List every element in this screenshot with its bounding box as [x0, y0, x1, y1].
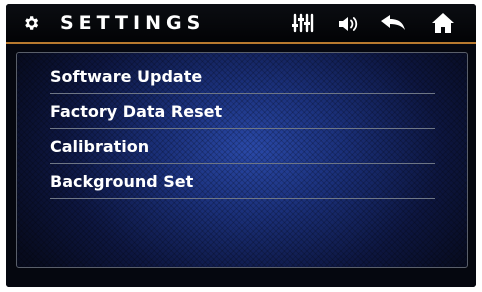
settings-menu-panel: Software Update Factory Data Reset Calib… — [16, 52, 468, 268]
volume-icon[interactable] — [336, 14, 360, 34]
equalizer-icon[interactable] — [290, 13, 316, 33]
menu-item-background-set[interactable]: Background Set — [35, 166, 435, 199]
menu-item-factory-data-reset[interactable]: Factory Data Reset — [35, 96, 435, 129]
top-bar: SETTINGS — [6, 4, 476, 42]
menu-item-software-update[interactable]: Software Update — [35, 61, 435, 94]
menu-item-calibration[interactable]: Calibration — [35, 131, 435, 164]
home-icon[interactable] — [430, 12, 456, 34]
back-icon[interactable] — [379, 13, 407, 33]
menu-item-label: Calibration — [50, 137, 150, 156]
settings-screen: SETTINGS Software Update Factory Data Re… — [6, 4, 476, 287]
divider — [50, 93, 435, 94]
menu-item-label: Background Set — [50, 172, 194, 191]
divider — [50, 163, 435, 164]
divider — [50, 128, 435, 129]
header-accent-line — [6, 42, 476, 44]
bottom-bar — [6, 272, 476, 287]
menu-item-label: Software Update — [50, 67, 203, 86]
gear-icon[interactable] — [21, 13, 41, 33]
divider — [50, 198, 435, 199]
page-title: SETTINGS — [60, 12, 206, 34]
menu-item-label: Factory Data Reset — [50, 102, 223, 121]
